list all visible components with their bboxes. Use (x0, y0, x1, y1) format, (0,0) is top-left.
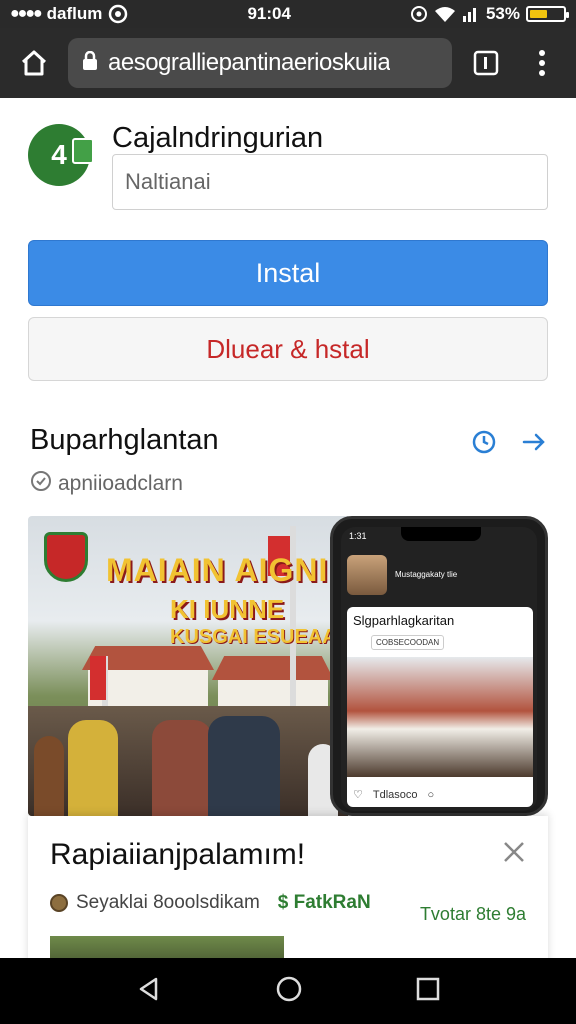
tabs-icon[interactable] (464, 41, 508, 85)
avatar (347, 555, 387, 595)
app-logo: 4 (28, 124, 94, 186)
phone-card-footer-text: Tdlasoco (372, 788, 418, 801)
sheet-meta-name: Seyaklai 8ooolsdikam (76, 892, 260, 913)
flag (90, 656, 106, 700)
battery-icon (526, 6, 569, 22)
sheet-cta-link[interactable]: Tvotar 8te 9a (420, 904, 526, 925)
comment-icon: ○ (427, 788, 435, 801)
app-name: Cajalndringurian (112, 122, 324, 154)
phone-header: Mustaggakaty tlie (347, 551, 531, 599)
arrow-right-icon[interactable] (520, 428, 548, 461)
battery-level (530, 10, 547, 18)
app-subtitle: Naltianai (125, 169, 211, 194)
browser-toolbar: aesograllie​pantinaerioskuiia (0, 28, 576, 98)
secondary-install-button[interactable]: Dluear & hstal (28, 317, 548, 381)
section-subtitle: apniioadclarn (30, 470, 183, 498)
phone-card-image (347, 657, 533, 777)
cell-signal-icon (462, 6, 480, 22)
person (152, 720, 212, 816)
recents-icon[interactable] (416, 977, 440, 1006)
app-header: 4 Cajalndringurian Naltianai (28, 120, 548, 210)
url-text[interactable]: aesograllie​pantinaerioskuiia (108, 49, 390, 77)
battery-percent: 53% (485, 4, 520, 23)
phone-mockup: 1:31 Mustaggakaty tlie Slgparhlagkaritan… (330, 516, 548, 816)
phone-time: 1:31 (349, 531, 367, 541)
status-right: 53% (410, 4, 569, 24)
sheet-title: Rapiaiianjpalamım! (50, 838, 306, 871)
logo-mark: 4 (51, 139, 67, 170)
status-time: 91:04 (247, 4, 291, 23)
sheet-meta-price: $ FatkRaN (277, 892, 371, 913)
person (208, 716, 280, 816)
section-actions (470, 428, 548, 461)
crowd (28, 706, 348, 816)
section-title: Buparhglantan (30, 424, 219, 456)
phone-header-text: Mustaggakaty tlie (395, 570, 458, 579)
status-left: ●●●● daflum (10, 4, 128, 24)
url-bar[interactable]: aesograllie​pantinaerioskuiia (68, 38, 452, 88)
publisher-icon (50, 894, 68, 912)
system-nav-bar (0, 958, 576, 1024)
phone-card-tag: COBSECOODAN (371, 635, 445, 650)
person (68, 720, 118, 816)
phone-card-title: Slgparhlagkaritan (353, 613, 455, 628)
home-icon[interactable] (12, 41, 56, 85)
phone-card: Slgparhlagkaritan COBSECOODAN ♡ Tdlasoco… (347, 607, 533, 807)
app-subtitle-field[interactable]: Naltianai (112, 154, 548, 210)
media-banner[interactable]: MAIAIN AIGNI KI IUNNE KUSGAI ESUEAAN 1:3… (28, 516, 548, 816)
page-content: 4 Cajalndringurian Naltianai Instal Dlue… (0, 98, 576, 958)
carrier-name: daflum (46, 4, 103, 23)
home-nav-icon[interactable] (275, 975, 303, 1008)
install-button[interactable]: Instal (28, 240, 548, 306)
phone-screen: 1:31 Mustaggakaty tlie Slgparhlagkaritan… (341, 527, 537, 811)
logo-badge-icon (72, 138, 94, 164)
person (34, 736, 64, 816)
emblem-icon (44, 532, 88, 582)
notification-icon (108, 4, 128, 24)
signal-dots-icon: ●●●● (10, 5, 43, 22)
back-icon[interactable] (136, 976, 162, 1007)
phone-notch (401, 527, 481, 541)
building-roof (212, 656, 334, 680)
like-icon: ♡ (353, 789, 363, 801)
close-icon[interactable] (500, 838, 528, 866)
location-icon (410, 5, 428, 23)
wifi-icon (434, 5, 456, 23)
menu-dots-icon[interactable] (520, 41, 564, 85)
info-icon (30, 470, 52, 498)
lock-icon (82, 50, 98, 76)
banner-subtitle: KI IUNNE (170, 594, 285, 624)
banner-photo: MAIAIN AIGNI KI IUNNE KUSGAI ESUEAAN (28, 516, 352, 816)
bottom-sheet: Rapiaiianjpalamım! Seyaklai 8ooolsdikam … (28, 816, 548, 958)
banner-subtitle-2: KUSGAI ESUEAAN (170, 626, 352, 648)
phone-card-footer: ♡ Tdlasoco ○ (353, 788, 435, 802)
sheet-meta: Seyaklai 8ooolsdikam $ FatkRaN (50, 892, 371, 914)
sheet-thumbnail[interactable] (50, 936, 284, 958)
section-subtitle-text: apniioadclarn (58, 472, 183, 495)
status-bar: ●●●● daflum 91:04 53% (0, 0, 576, 28)
banner-title: MAIAIN AIGNI (106, 552, 329, 588)
refresh-icon[interactable] (470, 428, 498, 461)
